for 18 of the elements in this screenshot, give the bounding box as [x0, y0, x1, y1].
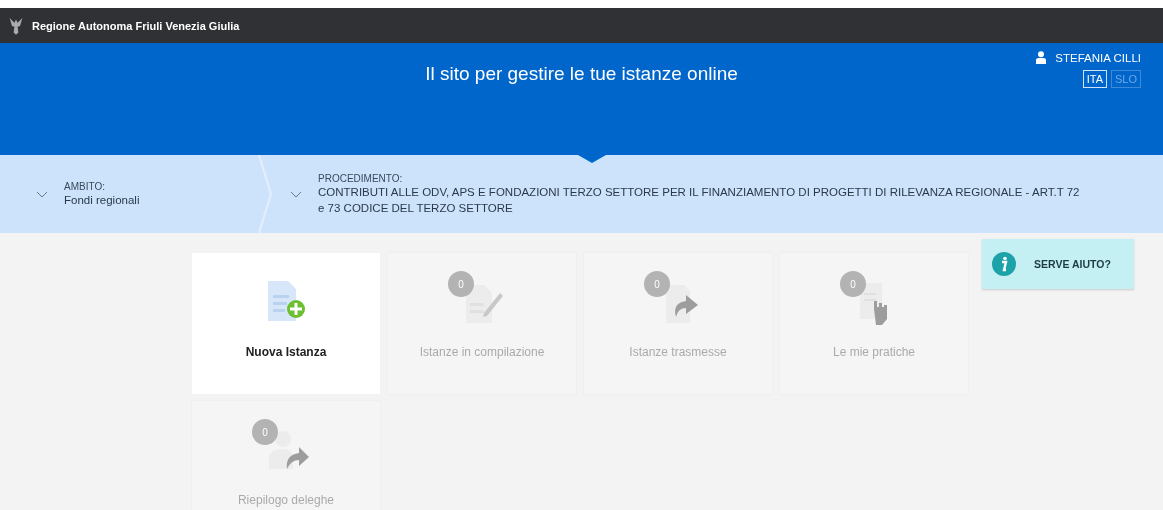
user-name[interactable]: STEFANIA CILLI — [1055, 51, 1141, 64]
region-title: Regione Autonoma Friuli Venezia Giulia — [32, 19, 240, 32]
count-badge: 0 — [252, 419, 278, 445]
breadcrumb-label: PROCEDIMENTO: — [318, 172, 404, 184]
info-icon — [992, 252, 1016, 276]
breadcrumb-value[interactable]: Fondi regionali — [64, 191, 140, 208]
language-button[interactable]: ITA — [1082, 70, 1107, 88]
count-badge: 0 — [448, 271, 474, 297]
help-button[interactable]: SERVE AIUTO? — [982, 239, 1134, 289]
dashboard-tile[interactable]: Nuova Istanza — [192, 253, 380, 394]
count-badge: 0 — [840, 271, 866, 297]
chevron-down-icon[interactable] — [290, 190, 302, 198]
site-title: Il sito per gestire le tue istanze online — [425, 63, 738, 86]
user-icon — [1036, 51, 1047, 64]
breadcrumb-label: AMBITO: — [64, 180, 106, 192]
breadcrumb-value[interactable]: CONTRIBUTI ALLE ODV, APS E FONDAZIONI TERZO SETTORE PER IL FINANZIAMENTO DI PROGETTI DI RILEVANZA REGIONALE - ART.T 72 e 73 CODICE DEL TERZO SETTORE — [318, 183, 1088, 216]
chevron-down-icon[interactable] — [36, 190, 48, 198]
count-badge: 0 — [644, 271, 670, 297]
